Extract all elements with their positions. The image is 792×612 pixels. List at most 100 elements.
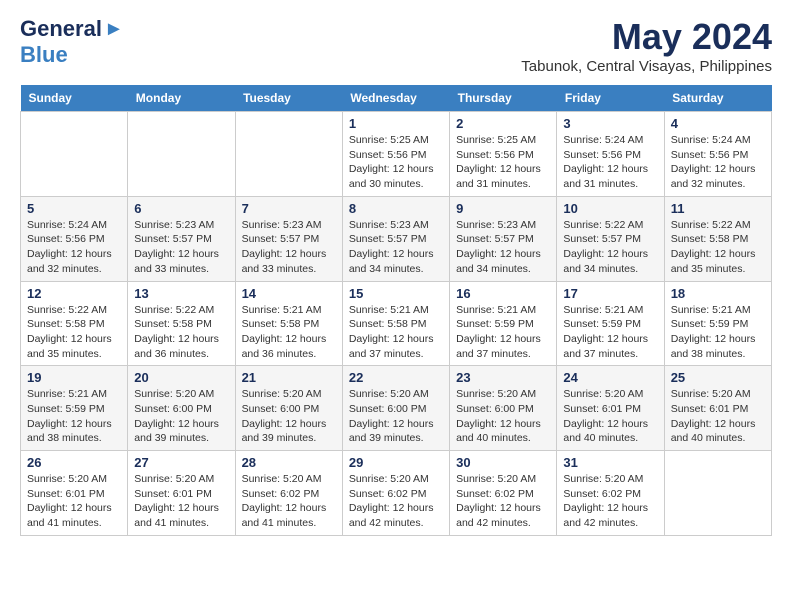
day-info: Sunrise: 5:22 AMSunset: 5:58 PMDaylight:…: [671, 218, 765, 277]
day-number: 4: [671, 116, 765, 131]
day-number: 5: [27, 201, 121, 216]
calendar-cell: 27Sunrise: 5:20 AMSunset: 6:01 PMDayligh…: [128, 451, 235, 536]
header-wednesday: Wednesday: [342, 85, 449, 112]
month-title: May 2024: [521, 16, 772, 58]
day-info: Sunrise: 5:22 AMSunset: 5:58 PMDaylight:…: [27, 303, 121, 362]
calendar-cell: 19 Sunrise: 5:21 AMSunset: 5:59 PMDayligh…: [21, 366, 128, 451]
day-info: Sunrise: 5:24 AMSunset: 5:56 PMDaylight:…: [563, 133, 657, 192]
day-info: Sunrise: 5:20 AMSunset: 6:00 PMDaylight:…: [242, 387, 336, 446]
day-number: 24: [563, 370, 657, 385]
calendar-week-3: 12 Sunrise: 5:22 AMSunset: 5:58 PMDayligh…: [21, 281, 772, 366]
calendar-cell: 31Sunrise: 5:20 AMSunset: 6:02 PMDayligh…: [557, 451, 664, 536]
day-info: Sunrise: 5:25 AMSunset: 5:56 PMDaylight:…: [456, 133, 550, 192]
calendar-week-2: 5 Sunrise: 5:24 AMSunset: 5:56 PMDaylight…: [21, 196, 772, 281]
calendar-week-4: 19 Sunrise: 5:21 AMSunset: 5:59 PMDayligh…: [21, 366, 772, 451]
logo-blue-text: Blue: [20, 42, 68, 68]
day-info: Sunrise: 5:20 AMSunset: 6:02 PMDaylight:…: [242, 472, 336, 531]
day-info: Sunrise: 5:25 AMSunset: 5:56 PMDaylight:…: [349, 133, 443, 192]
day-info: Sunrise: 5:20 AMSunset: 6:01 PMDaylight:…: [134, 472, 228, 531]
day-number: 15: [349, 286, 443, 301]
day-number: 21: [242, 370, 336, 385]
calendar-cell: 9 Sunrise: 5:23 AMSunset: 5:57 PMDaylight…: [450, 196, 557, 281]
day-info: Sunrise: 5:21 AMSunset: 5:59 PMDaylight:…: [456, 303, 550, 362]
day-number: 11: [671, 201, 765, 216]
day-info: Sunrise: 5:20 AMSunset: 6:02 PMDaylight:…: [563, 472, 657, 531]
day-number: 1: [349, 116, 443, 131]
day-info: Sunrise: 5:22 AMSunset: 5:57 PMDaylight:…: [563, 218, 657, 277]
title-section: May 2024 Tabunok, Central Visayas, Phili…: [521, 16, 772, 75]
day-number: 3: [563, 116, 657, 131]
calendar-cell: 20 Sunrise: 5:20 AMSunset: 6:00 PMDayligh…: [128, 366, 235, 451]
day-number: 23: [456, 370, 550, 385]
header-thursday: Thursday: [450, 85, 557, 112]
day-info: Sunrise: 5:23 AMSunset: 5:57 PMDaylight:…: [349, 218, 443, 277]
calendar-cell: 6 Sunrise: 5:23 AMSunset: 5:57 PMDaylight…: [128, 196, 235, 281]
calendar-cell: 11 Sunrise: 5:22 AMSunset: 5:58 PMDayligh…: [664, 196, 771, 281]
calendar-cell: 1 Sunrise: 5:25 AMSunset: 5:56 PMDaylight…: [342, 112, 449, 197]
day-number: 25: [671, 370, 765, 385]
logo-bird-icon: ►: [104, 18, 124, 41]
day-info: Sunrise: 5:20 AMSunset: 6:02 PMDaylight:…: [349, 472, 443, 531]
calendar-cell: 28 Sunrise: 5:20 AMSunset: 6:02 PMDayligh…: [235, 451, 342, 536]
day-info: Sunrise: 5:20 AMSunset: 6:00 PMDaylight:…: [349, 387, 443, 446]
calendar-cell: 8Sunrise: 5:23 AMSunset: 5:57 PMDaylight…: [342, 196, 449, 281]
day-number: 12: [27, 286, 121, 301]
day-number: 13: [134, 286, 228, 301]
day-info: Sunrise: 5:23 AMSunset: 5:57 PMDaylight:…: [456, 218, 550, 277]
header-monday: Monday: [128, 85, 235, 112]
calendar-cell: [235, 112, 342, 197]
day-number: 28: [242, 455, 336, 470]
calendar-cell: 3 Sunrise: 5:24 AMSunset: 5:56 PMDaylight…: [557, 112, 664, 197]
header-tuesday: Tuesday: [235, 85, 342, 112]
calendar-cell: 26Sunrise: 5:20 AMSunset: 6:01 PMDayligh…: [21, 451, 128, 536]
calendar-cell: 24 Sunrise: 5:20 AMSunset: 6:01 PMDayligh…: [557, 366, 664, 451]
day-info: Sunrise: 5:20 AMSunset: 6:01 PMDaylight:…: [671, 387, 765, 446]
calendar-cell: 25 Sunrise: 5:20 AMSunset: 6:01 PMDayligh…: [664, 366, 771, 451]
day-number: 18: [671, 286, 765, 301]
day-number: 10: [563, 201, 657, 216]
calendar-cell: [21, 112, 128, 197]
calendar-cell: 17 Sunrise: 5:21 AMSunset: 5:59 PMDayligh…: [557, 281, 664, 366]
calendar-cell: 12 Sunrise: 5:22 AMSunset: 5:58 PMDayligh…: [21, 281, 128, 366]
day-info: Sunrise: 5:20 AMSunset: 6:00 PMDaylight:…: [456, 387, 550, 446]
calendar-cell: 21 Sunrise: 5:20 AMSunset: 6:00 PMDayligh…: [235, 366, 342, 451]
calendar-cell: 18Sunrise: 5:21 AMSunset: 5:59 PMDayligh…: [664, 281, 771, 366]
logo: General ► Blue: [20, 16, 124, 68]
calendar-cell: 23 Sunrise: 5:20 AMSunset: 6:00 PMDayligh…: [450, 366, 557, 451]
calendar-cell: 7Sunrise: 5:23 AMSunset: 5:57 PMDaylight…: [235, 196, 342, 281]
calendar-cell: 4Sunrise: 5:24 AMSunset: 5:56 PMDaylight…: [664, 112, 771, 197]
header-saturday: Saturday: [664, 85, 771, 112]
calendar-cell: 16Sunrise: 5:21 AMSunset: 5:59 PMDayligh…: [450, 281, 557, 366]
day-number: 30: [456, 455, 550, 470]
day-info: Sunrise: 5:21 AMSunset: 5:59 PMDaylight:…: [563, 303, 657, 362]
calendar-cell: 10 Sunrise: 5:22 AMSunset: 5:57 PMDayligh…: [557, 196, 664, 281]
calendar-cell: 13Sunrise: 5:22 AMSunset: 5:58 PMDayligh…: [128, 281, 235, 366]
calendar-week-1: 1 Sunrise: 5:25 AMSunset: 5:56 PMDaylight…: [21, 112, 772, 197]
day-info: Sunrise: 5:20 AMSunset: 6:00 PMDaylight:…: [134, 387, 228, 446]
calendar-cell: 30 Sunrise: 5:20 AMSunset: 6:02 PMDayligh…: [450, 451, 557, 536]
header-sunday: Sunday: [21, 85, 128, 112]
day-number: 20: [134, 370, 228, 385]
day-number: 6: [134, 201, 228, 216]
logo-general-text: General: [20, 16, 102, 42]
day-number: 17: [563, 286, 657, 301]
header-row: SundayMondayTuesdayWednesdayThursdayFrid…: [21, 85, 772, 112]
day-info: Sunrise: 5:23 AMSunset: 5:57 PMDaylight:…: [134, 218, 228, 277]
day-number: 29: [349, 455, 443, 470]
calendar-cell: 14Sunrise: 5:21 AMSunset: 5:58 PMDayligh…: [235, 281, 342, 366]
day-info: Sunrise: 5:20 AMSunset: 6:01 PMDaylight:…: [563, 387, 657, 446]
day-number: 19: [27, 370, 121, 385]
day-info: Sunrise: 5:20 AMSunset: 6:01 PMDaylight:…: [27, 472, 121, 531]
calendar-cell: 2Sunrise: 5:25 AMSunset: 5:56 PMDaylight…: [450, 112, 557, 197]
day-number: 22: [349, 370, 443, 385]
day-info: Sunrise: 5:24 AMSunset: 5:56 PMDaylight:…: [27, 218, 121, 277]
page-header: General ► Blue May 2024 Tabunok, Central…: [20, 16, 772, 75]
calendar-week-5: 26Sunrise: 5:20 AMSunset: 6:01 PMDayligh…: [21, 451, 772, 536]
header-friday: Friday: [557, 85, 664, 112]
day-number: 7: [242, 201, 336, 216]
calendar-cell: [128, 112, 235, 197]
day-info: Sunrise: 5:20 AMSunset: 6:02 PMDaylight:…: [456, 472, 550, 531]
calendar-cell: 22 Sunrise: 5:20 AMSunset: 6:00 PMDayligh…: [342, 366, 449, 451]
day-info: Sunrise: 5:21 AMSunset: 5:59 PMDaylight:…: [27, 387, 121, 446]
day-number: 9: [456, 201, 550, 216]
